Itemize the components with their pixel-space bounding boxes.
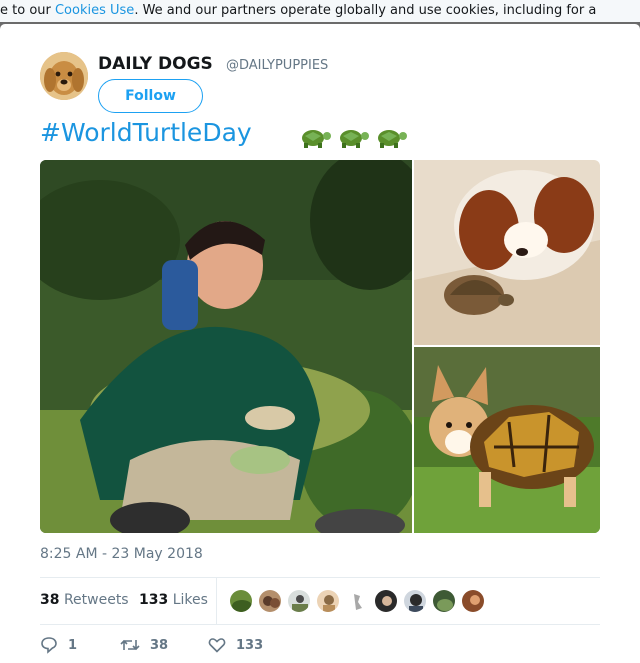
- stats-divider: [216, 578, 217, 624]
- liker-avatar[interactable]: [287, 589, 311, 613]
- liker-avatar[interactable]: [316, 589, 340, 613]
- photo-puppy-and-turtle[interactable]: [414, 160, 600, 345]
- retweet-icon: [120, 639, 140, 651]
- hashtag-link[interactable]: #WorldTurtleDay: [40, 118, 252, 147]
- likes-count: 133: [139, 592, 169, 608]
- cookies-use-link[interactable]: Cookies Use: [55, 3, 134, 18]
- likes-label: Likes: [172, 592, 208, 608]
- reply-icon: [41, 637, 57, 654]
- liker-avatar[interactable]: [229, 589, 253, 613]
- liker-avatar[interactable]: [374, 589, 398, 613]
- cookie-banner-text-end: . We and our partners operate globally a…: [134, 3, 597, 18]
- tweet-stats: 38 Retweets 133 Likes: [40, 577, 600, 625]
- retweet-action-count: 38: [150, 637, 169, 653]
- cookie-banner-text-start: e to our: [0, 3, 55, 18]
- liker-avatar[interactable]: [345, 589, 369, 613]
- turtle-icon: [296, 126, 332, 152]
- media-grid: [40, 160, 600, 533]
- avatar[interactable]: [40, 52, 88, 100]
- like-action-count: 133: [236, 637, 264, 653]
- liker-avatar[interactable]: [403, 589, 427, 613]
- turtle-emojis: [296, 126, 410, 152]
- user-handle[interactable]: @DAILYPUPPIES: [226, 58, 328, 73]
- heart-icon: [208, 638, 226, 653]
- liker-avatar[interactable]: [461, 589, 485, 613]
- turtle-icon: [334, 126, 370, 152]
- liker-avatar[interactable]: [432, 589, 456, 613]
- display-name[interactable]: DAILY DOGS: [98, 54, 213, 74]
- tweet-timestamp[interactable]: 8:25 AM - 23 May 2018: [40, 546, 203, 562]
- tweet-card: DAILY DOGS @DAILYPUPPIES Follow #WorldTu…: [0, 24, 640, 663]
- retweets-count: 38: [40, 592, 60, 608]
- reply-button[interactable]: 1: [40, 636, 77, 656]
- turtle-icon: [372, 126, 408, 152]
- retweets-stat[interactable]: 38 Retweets: [40, 592, 129, 608]
- tweet-actions: 1 38 133: [40, 636, 600, 660]
- liker-avatar[interactable]: [258, 589, 282, 613]
- cookie-banner: e to our Cookies Use. We and our partner…: [0, 0, 640, 22]
- photo-man-with-turtles[interactable]: [40, 160, 412, 533]
- photo-corgi-with-turtle-shell[interactable]: [414, 347, 600, 533]
- reply-count: 1: [68, 637, 78, 653]
- retweet-button[interactable]: 38: [120, 636, 168, 656]
- like-button[interactable]: 133: [208, 636, 263, 656]
- follow-button[interactable]: Follow: [98, 79, 203, 113]
- likes-stat[interactable]: 133 Likes: [139, 592, 208, 608]
- retweets-label: Retweets: [63, 592, 129, 608]
- avatar-dog-image: [40, 52, 88, 100]
